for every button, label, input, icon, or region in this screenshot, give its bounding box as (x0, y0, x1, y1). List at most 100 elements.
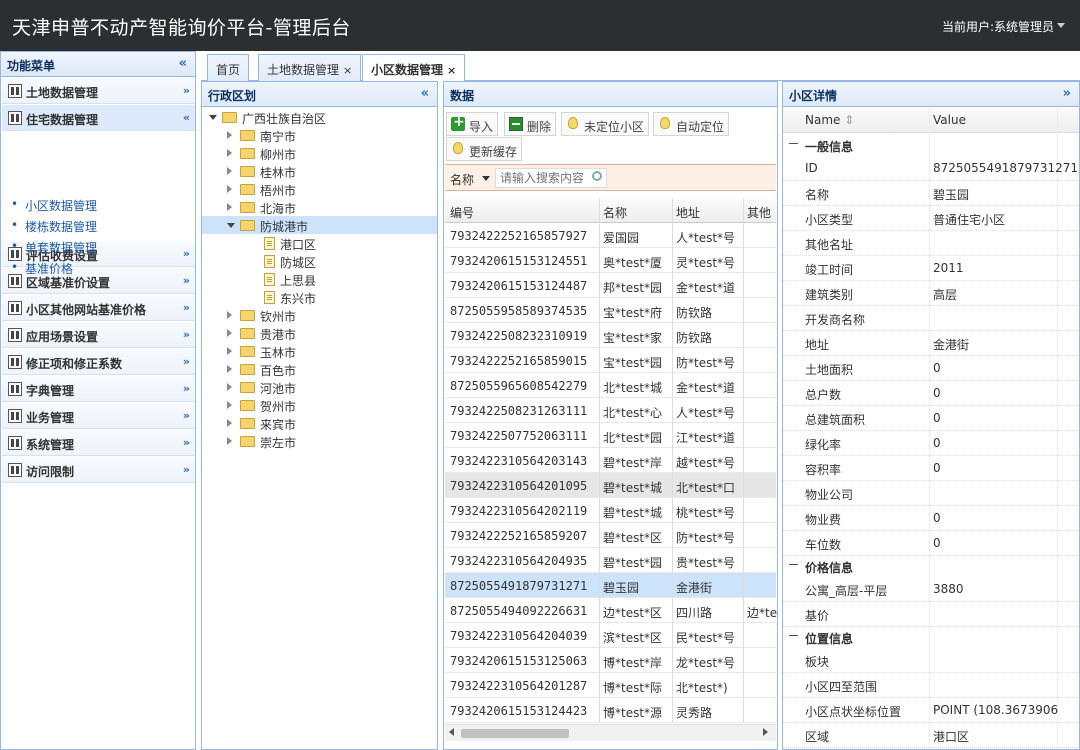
horizontal-scrollbar[interactable] (445, 724, 776, 741)
chevron-icon[interactable]: « (183, 111, 190, 124)
table-row[interactable]: 7932420615153124551 奥*test*厦 灵*test*号 (445, 248, 776, 273)
property-row[interactable]: 容积率 0 (783, 456, 1079, 481)
expand-arrow-icon[interactable] (227, 185, 232, 193)
table-row[interactable]: 7932422508232310919 宝*test*家 防钦路 (445, 323, 776, 348)
property-row[interactable]: 物业费 0 (783, 506, 1079, 531)
property-group[interactable]: 一般信息 (783, 135, 1079, 155)
accordion-section[interactable]: 应用场景设置 » (2, 322, 195, 348)
table-row[interactable]: 7932420615153124487 邦*test*园 金*test*道 (445, 273, 776, 298)
expand-arrow-icon[interactable] (227, 131, 232, 139)
scroll-left-arrow-icon[interactable] (449, 728, 454, 736)
dropdown-arrow-icon[interactable] (482, 176, 490, 181)
property-row[interactable]: 基价 (783, 602, 1079, 627)
submenu-item-building[interactable]: 楼栋数据管理 (11, 218, 97, 239)
chevron-icon[interactable]: » (183, 463, 190, 476)
collapse-arrow-icon[interactable] (227, 223, 235, 228)
table-row[interactable]: 8725055491879731271 碧玉园 金港街 (445, 573, 776, 598)
property-row[interactable]: 区域 港口区 (783, 723, 1079, 748)
collapse-region-icon[interactable]: « (421, 86, 429, 101)
chevron-icon[interactable]: » (183, 355, 190, 368)
tab-close-icon[interactable]: × (447, 64, 456, 77)
property-row[interactable]: 土地面积 0 (783, 356, 1079, 381)
tab-community-data[interactable]: 小区数据管理 × (362, 54, 466, 82)
tree-node[interactable]: 广西壮族自治区 (202, 108, 437, 126)
property-row[interactable]: 总户数 0 (783, 381, 1079, 406)
table-row[interactable]: 7932420615153125063 博*test*岸 龙*test*号 (445, 648, 776, 673)
tree-node[interactable]: 东兴市 (202, 288, 437, 306)
collapse-group-icon[interactable] (789, 635, 798, 636)
tree-node[interactable]: 梧州市 (202, 180, 437, 198)
submenu-item-base-price[interactable]: 基准价格 (11, 260, 97, 281)
tree-node[interactable]: 钦州市 (202, 306, 437, 324)
search-input[interactable] (495, 168, 607, 188)
current-user-label[interactable]: 当前用户:系统管理员 (942, 18, 1054, 35)
property-row[interactable]: 公寓_高层-平层 3880 (783, 577, 1079, 602)
expand-arrow-icon[interactable] (227, 149, 232, 157)
table-row[interactable]: 7932422310564201287 博*test*际 北*test*) (445, 673, 776, 698)
import-button[interactable]: 导入 (446, 112, 499, 136)
column-header-name[interactable]: 名称 (603, 204, 627, 221)
submenu-item-unit[interactable]: 单套数据管理 (11, 239, 97, 260)
chevron-icon[interactable]: » (183, 301, 190, 314)
chevron-icon[interactable]: » (183, 409, 190, 422)
property-row[interactable]: 建筑类别 高层 (783, 281, 1079, 306)
scrollbar-thumb[interactable] (461, 729, 569, 738)
chevron-icon[interactable]: » (183, 84, 190, 97)
column-header-id[interactable]: 编号 (450, 204, 474, 221)
tree-node[interactable]: 柳州市 (202, 144, 437, 162)
chevron-icon[interactable]: » (183, 247, 190, 260)
expand-arrow-icon[interactable] (227, 365, 232, 373)
table-row[interactable]: 7932422508231263111 北*test*心 人*test*号 (445, 398, 776, 423)
property-row[interactable]: 名称 碧玉园 (783, 181, 1079, 206)
accordion-section[interactable]: 字典管理 » (2, 376, 195, 402)
auto-locate-button[interactable]: 自动定位 (653, 112, 730, 136)
accordion-section[interactable]: 住宅数据管理 « (2, 105, 195, 131)
accordion-section[interactable]: 修正项和修正系数 » (2, 349, 195, 375)
column-header-other[interactable]: 其他 (747, 204, 771, 221)
table-row[interactable]: 7932422310564203143 碧*test*岸 越*test*号 (445, 448, 776, 473)
property-group[interactable]: 位置信息 (783, 627, 1079, 647)
tree-node[interactable]: 桂林市 (202, 162, 437, 180)
table-row[interactable]: 7932422310564204935 碧*test*园 贵*test*号 (445, 548, 776, 573)
collapse-group-icon[interactable] (789, 564, 798, 565)
property-row[interactable]: 地址 金港街 (783, 331, 1079, 356)
tree-node[interactable]: 贵港市 (202, 324, 437, 342)
tree-node[interactable]: 北海市 (202, 198, 437, 216)
delete-button[interactable]: 删除 (504, 112, 557, 136)
expand-arrow-icon[interactable] (227, 419, 232, 427)
property-row[interactable]: 竣工时间 2011 (783, 256, 1079, 281)
property-row[interactable]: 绿化率 0 (783, 431, 1079, 456)
table-row[interactable]: 8725055965608542279 北*test*城 金*test*道 (445, 373, 776, 398)
chevron-icon[interactable]: » (183, 436, 190, 449)
tree-node[interactable]: 防城区 (202, 252, 437, 270)
property-row[interactable]: 物业公司 (783, 481, 1079, 506)
property-row[interactable]: 小区四至范围 (783, 673, 1079, 698)
property-row[interactable]: 小区类型 普通住宅小区 (783, 206, 1079, 231)
column-header-name[interactable]: Name ⇕ (805, 113, 854, 127)
tree-node[interactable]: 百色市 (202, 360, 437, 378)
collapse-group-icon[interactable] (789, 143, 798, 144)
tree-node[interactable]: 防城港市 (202, 216, 437, 234)
user-menu-caret-icon[interactable] (1057, 23, 1065, 28)
column-header-value[interactable]: Value (933, 113, 966, 127)
property-row[interactable]: 板块 (783, 648, 1079, 673)
expand-arrow-icon[interactable] (227, 329, 232, 337)
tree-node[interactable]: 南宁市 (202, 126, 437, 144)
submenu-item-community[interactable]: 小区数据管理 (11, 197, 97, 218)
tree-node[interactable]: 港口区 (202, 234, 437, 252)
table-row[interactable]: 7932422310564204039 滨*test*区 民*test*号 (445, 623, 776, 648)
refresh-cache-button[interactable]: 更新缓存 (446, 137, 523, 161)
expand-arrow-icon[interactable] (227, 401, 232, 409)
tab-home[interactable]: 首页 (207, 54, 250, 81)
tree-node[interactable]: 来宾市 (202, 414, 437, 432)
table-row[interactable]: 7932422252165859207 碧*test*区 防*test*号 (445, 523, 776, 548)
property-row[interactable]: ID 8725055491879731271 (783, 156, 1079, 181)
accordion-section[interactable]: 土地数据管理 » (2, 78, 195, 104)
tree-node[interactable]: 贺州市 (202, 396, 437, 414)
unlocated-button[interactable]: 未定位小区 (561, 112, 650, 136)
table-row[interactable]: 7932422252165859015 宝*test*园 防*test*号 (445, 348, 776, 373)
property-group[interactable]: 价格信息 (783, 556, 1079, 576)
table-row[interactable]: 7932422252165857927 爱国园 人*test*号 (445, 223, 776, 248)
expand-arrow-icon[interactable] (227, 347, 232, 355)
chevron-icon[interactable]: » (183, 328, 190, 341)
